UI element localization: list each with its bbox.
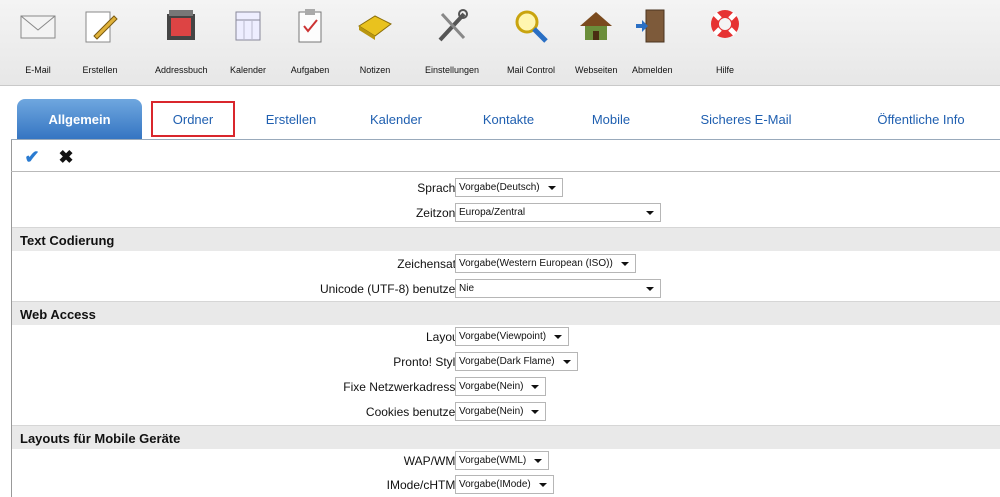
chevron-down-icon (538, 483, 547, 487)
label-cookies: Cookies benutzen (365, 405, 462, 419)
section-text-codierung: Text Codierung (12, 227, 1000, 251)
toolbar-compose[interactable]: Erstellen (80, 4, 120, 84)
chevron-down-icon (562, 360, 571, 364)
select-zeitzone-value: Europa/Zentral (459, 207, 526, 218)
section-title-text-codierung: Text Codierung (20, 233, 115, 248)
chevron-down-icon (620, 262, 629, 266)
row-wap: WAP/WML Vorgabe(WML) (12, 449, 1000, 473)
select-zeichensatz-value: Vorgabe(Western European (ISO)) (459, 258, 613, 269)
label-fixe-netzwerkadresse: Fixe Netzwerkadresse (343, 380, 462, 394)
select-layout[interactable]: Vorgabe(Viewpoint) (455, 327, 570, 346)
toolbar-label-websites: Webseiten (575, 65, 618, 75)
tab-oeffentliche-info[interactable]: Öffentliche Info (851, 99, 991, 139)
tab-kontakte[interactable]: Kontakte (456, 99, 561, 139)
toolbar-tasks[interactable]: Aufgaben (290, 4, 330, 84)
tab-kalender[interactable]: Kalender (346, 99, 446, 139)
select-pronto-style-value: Vorgabe(Dark Flame) (459, 356, 555, 367)
toolbar-help[interactable]: Hilfe (705, 4, 745, 84)
calendar-icon (235, 11, 261, 41)
tab-sicheres-email[interactable]: Sicheres E-Mail (671, 99, 821, 139)
tab-ordner[interactable]: Ordner (151, 101, 235, 137)
row-zeichensatz: Zeichensatz Vorgabe(Western European (IS… (12, 252, 1000, 276)
magnifier-icon (515, 10, 548, 43)
logout-door-icon (636, 9, 665, 43)
select-wap[interactable]: Vorgabe(WML) (455, 451, 550, 470)
tab-mobile[interactable]: Mobile (566, 99, 656, 139)
select-layout-value: Vorgabe(Viewpoint) (459, 331, 547, 342)
tools-icon (438, 9, 469, 42)
addressbook-icon (167, 10, 196, 40)
toolbar-label-notes: Notizen (359, 65, 391, 75)
toolbar-addressbook[interactable]: Addressbuch (155, 4, 208, 84)
action-bar: ✔ ✖ (11, 142, 1000, 172)
chevron-down-icon (554, 335, 563, 339)
label-pronto-style: Pronto! Style (393, 355, 462, 369)
select-zeitzone[interactable]: Europa/Zentral (455, 203, 661, 222)
label-zeichensatz: Zeichensatz (397, 257, 462, 271)
label-imode: IMode/cHTML (386, 478, 462, 492)
toolbar-label-logout: Abmelden (632, 65, 673, 75)
select-fixe-netzwerkadresse-value: Vorgabe(Nein) (459, 381, 524, 392)
toolbar-email[interactable]: E-Mail (18, 4, 58, 84)
section-title-layouts-mobile: Layouts für Mobile Geräte (20, 431, 181, 446)
tab-allgemein[interactable]: Allgemein (17, 99, 142, 139)
tasks-icon (298, 9, 322, 43)
row-unicode: Unicode (UTF-8) benutzen Nie (12, 277, 1000, 301)
save-checkmark-icon[interactable]: ✔ (21, 146, 43, 168)
section-web-access: Web Access (12, 301, 1000, 325)
compose-icon (85, 11, 118, 43)
toolbar-label-email: E-Mail (25, 65, 51, 75)
house-icon (580, 12, 613, 40)
row-imode: IMode/cHTML Vorgabe(IMode) (12, 473, 1000, 497)
chevron-down-icon (646, 211, 654, 215)
toolbar-mail-control[interactable]: Mail Control (507, 4, 555, 84)
row-pronto-style: Pronto! Style Vorgabe(Dark Flame) (12, 350, 1000, 374)
select-fixe-netzwerkadresse[interactable]: Vorgabe(Nein) (455, 377, 547, 396)
toolbar-label-settings: Einstellungen (425, 65, 480, 75)
row-sprache: Sprache Vorgabe(Deutsch) (12, 176, 1000, 200)
toolbar-calendar[interactable]: Kalender (228, 4, 268, 84)
select-unicode-value: Nie (459, 283, 475, 294)
cancel-x-icon[interactable]: ✖ (55, 146, 77, 168)
toolbar: E-Mail Erstellen Addressbuch Kalender Au… (0, 0, 1000, 86)
label-wap: WAP/WML (403, 454, 462, 468)
notes-icon (358, 15, 392, 40)
toolbar-label-tasks: Aufgaben (290, 65, 330, 75)
settings-tabbar: Allgemein Ordner Erstellen Kalender Kont… (11, 98, 1000, 140)
toolbar-label-help: Hilfe (715, 65, 734, 75)
section-title-web-access: Web Access (20, 307, 96, 322)
row-zeitzone: Zeitzone Europa/Zentral (12, 201, 1000, 225)
chevron-down-icon (534, 459, 543, 463)
toolbar-settings[interactable]: Einstellungen (425, 4, 479, 84)
select-zeichensatz[interactable]: Vorgabe(Western European (ISO)) (455, 254, 636, 273)
toolbar-label-compose: Erstellen (82, 65, 118, 75)
toolbar-label-mail-control: Mail Control (507, 65, 556, 75)
select-sprache-value: Vorgabe(Deutsch) (459, 182, 540, 193)
select-wap-value: Vorgabe(WML) (459, 455, 527, 466)
toolbar-label-calendar: Kalender (229, 65, 267, 75)
select-cookies[interactable]: Vorgabe(Nein) (455, 402, 547, 421)
chevron-down-icon (531, 410, 540, 414)
chevron-down-icon (531, 385, 540, 389)
row-cookies: Cookies benutzen Vorgabe(Nein) (12, 400, 1000, 424)
toolbar-notes[interactable]: Notizen (355, 4, 395, 84)
chevron-down-icon (646, 287, 654, 291)
select-imode-value: Vorgabe(IMode) (459, 479, 531, 490)
toolbar-logout[interactable]: Abmelden (632, 4, 673, 84)
select-cookies-value: Vorgabe(Nein) (459, 406, 524, 417)
chevron-down-icon (547, 186, 556, 190)
label-unicode: Unicode (UTF-8) benutzen (319, 282, 462, 296)
toolbar-websites[interactable]: Webseiten (575, 4, 617, 84)
email-icon (20, 15, 56, 39)
select-sprache[interactable]: Vorgabe(Deutsch) (455, 178, 563, 197)
select-imode[interactable]: Vorgabe(IMode) (455, 475, 554, 494)
tab-erstellen[interactable]: Erstellen (241, 99, 341, 139)
select-unicode[interactable]: Nie (455, 279, 661, 298)
lifebuoy-icon (711, 10, 739, 38)
select-pronto-style[interactable]: Vorgabe(Dark Flame) (455, 352, 578, 371)
row-layout: Layout Vorgabe(Viewpoint) (12, 325, 1000, 349)
section-layouts-mobile: Layouts für Mobile Geräte (12, 425, 1000, 449)
row-fixe-netzwerkadresse: Fixe Netzwerkadresse Vorgabe(Nein) (12, 375, 1000, 399)
toolbar-label-addressbook: Addressbuch (155, 65, 208, 75)
